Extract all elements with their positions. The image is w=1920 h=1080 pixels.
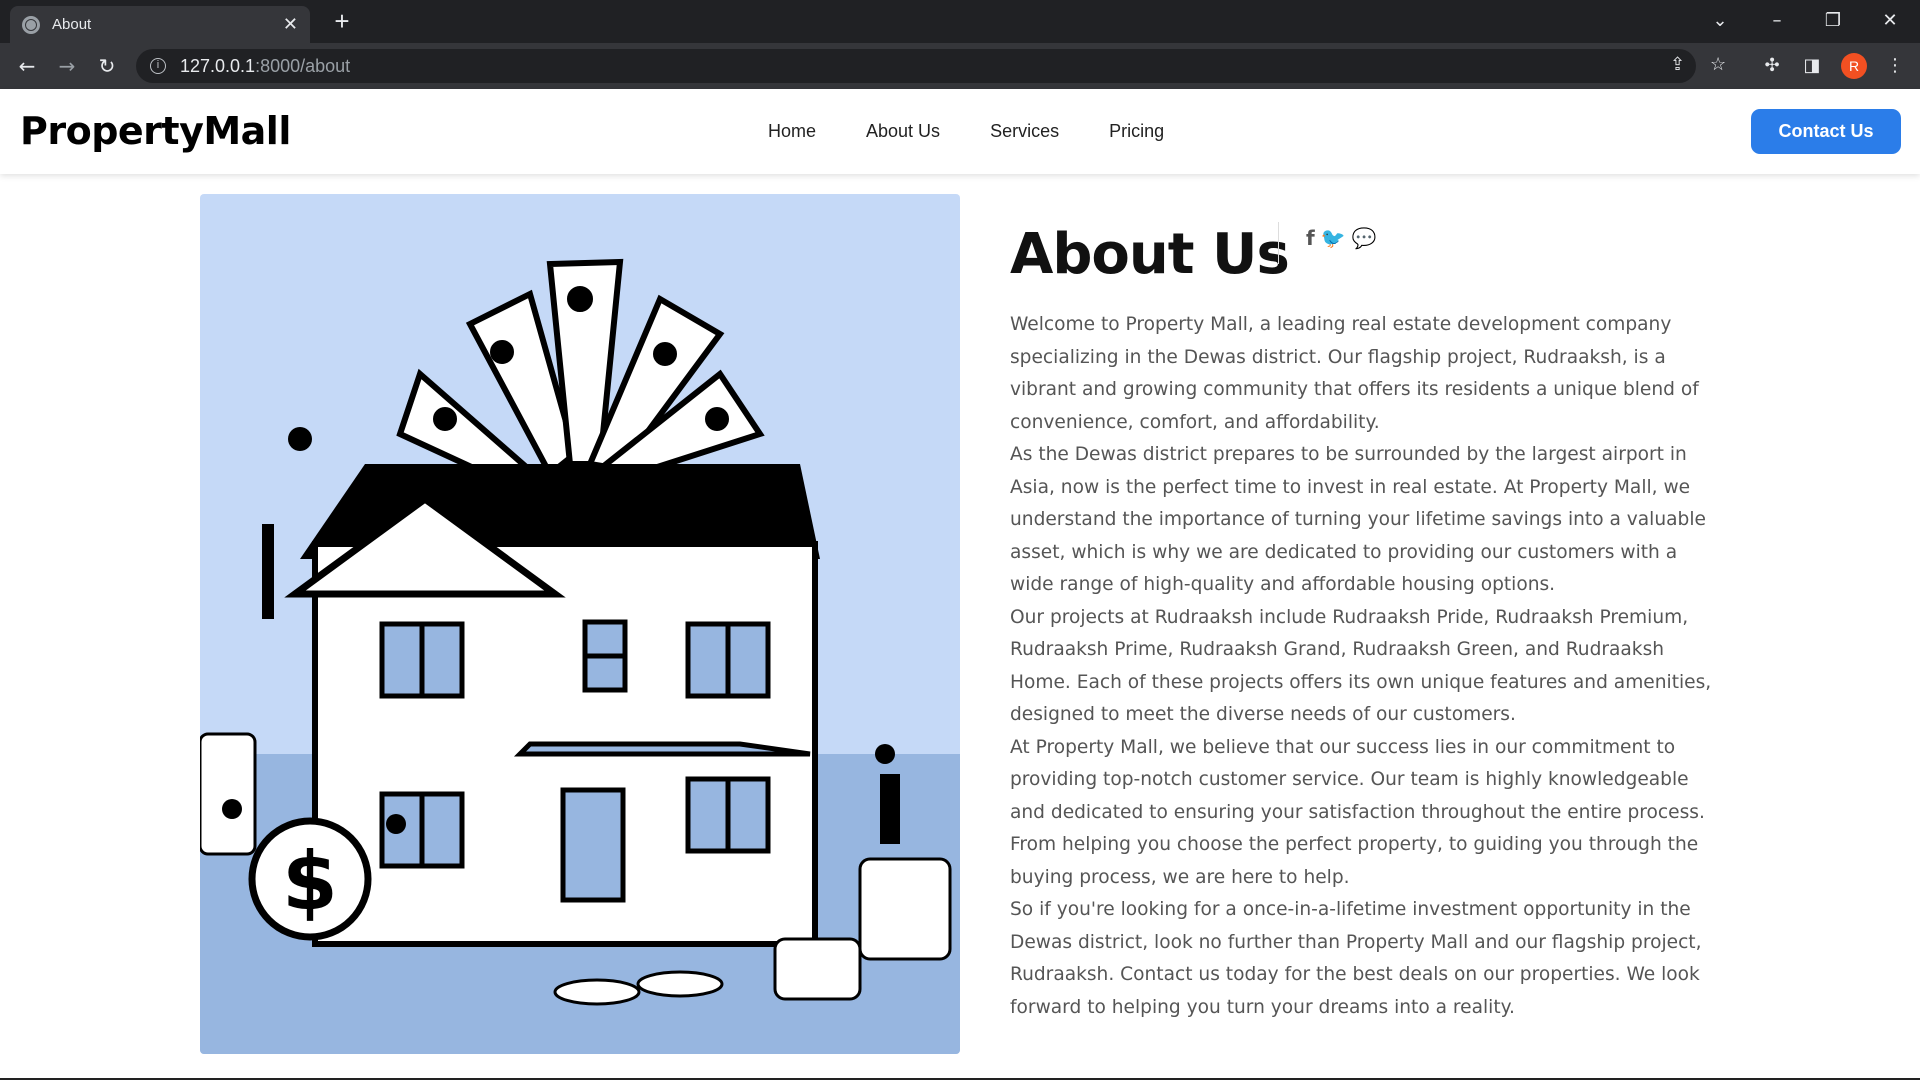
- svg-text:$: $: [282, 835, 338, 928]
- facebook-icon[interactable]: f: [1306, 226, 1315, 250]
- nav-services[interactable]: Services: [990, 121, 1059, 142]
- close-window-icon[interactable]: ✕: [1870, 6, 1910, 36]
- brand-logo[interactable]: PropertyMall: [20, 109, 291, 153]
- side-panel-icon[interactable]: ◨: [1799, 53, 1825, 79]
- tab-title: About: [52, 16, 92, 33]
- about-paragraph: So if you're looking for a once-in-a-lif…: [1010, 899, 1702, 1018]
- site-header: PropertyMall Home About Us Services Pric…: [0, 89, 1920, 174]
- browser-tab[interactable]: About ✕: [10, 6, 310, 43]
- browser-toolbar: ← → ↻ i 127.0.0.1:8000/about ⇪ ☆ ✣ ◨ ⋮: [0, 43, 1920, 89]
- nav-home[interactable]: Home: [768, 121, 816, 142]
- reload-icon[interactable]: ↻: [92, 51, 122, 81]
- about-paragraph: At Property Mall, we believe that our su…: [1010, 736, 1705, 888]
- globe-icon: [22, 15, 40, 34]
- menu-icon[interactable]: ⋮: [1882, 53, 1908, 79]
- page-title: About Us: [1010, 222, 1290, 287]
- house-illustration-svg: $: [200, 258, 960, 1054]
- forward-arrow-icon[interactable]: →: [52, 51, 82, 81]
- url-path: :8000/about: [255, 55, 351, 76]
- tab-search-icon[interactable]: ⌄: [1700, 6, 1740, 36]
- new-tab-button[interactable]: +: [326, 6, 358, 38]
- house-money-illustration: $: [200, 194, 960, 1054]
- url-host: 127.0.0.1: [180, 55, 256, 76]
- about-paragraph: Our projects at Rudraaksh include Rudraa…: [1010, 606, 1712, 726]
- main-nav: Home About Us Services Pricing: [768, 121, 1164, 142]
- nav-pricing[interactable]: Pricing: [1109, 121, 1164, 142]
- back-arrow-icon[interactable]: ←: [12, 51, 42, 81]
- chat-icon[interactable]: 💬: [1352, 226, 1377, 250]
- share-icon[interactable]: ⇪: [1670, 54, 1685, 75]
- restore-icon[interactable]: ❐: [1813, 6, 1853, 36]
- browser-tab-bar: About ✕ + ⌄ – ❐ ✕: [0, 0, 1920, 43]
- title-divider: [1278, 222, 1279, 264]
- contact-us-button[interactable]: Contact Us: [1751, 109, 1901, 154]
- twitter-icon[interactable]: 🐦: [1321, 226, 1346, 250]
- social-links: f 🐦 💬: [1306, 226, 1377, 250]
- nav-about-us[interactable]: About Us: [866, 121, 940, 142]
- about-body: Welcome to Property Mall, a leading real…: [1010, 309, 1720, 1024]
- star-icon[interactable]: ☆: [1710, 54, 1726, 75]
- about-paragraph: Welcome to Property Mall, a leading real…: [1010, 314, 1699, 433]
- address-bar[interactable]: i 127.0.0.1:8000/about ⇪ ☆: [136, 49, 1726, 83]
- extensions-icon[interactable]: ✣: [1759, 53, 1785, 79]
- site-info-icon[interactable]: i: [150, 58, 166, 74]
- tab-close-icon[interactable]: ✕: [283, 14, 298, 35]
- minimize-icon[interactable]: –: [1757, 6, 1797, 36]
- about-paragraph: As the Dewas district prepares to be sur…: [1010, 444, 1706, 595]
- profile-avatar[interactable]: R: [1841, 53, 1867, 79]
